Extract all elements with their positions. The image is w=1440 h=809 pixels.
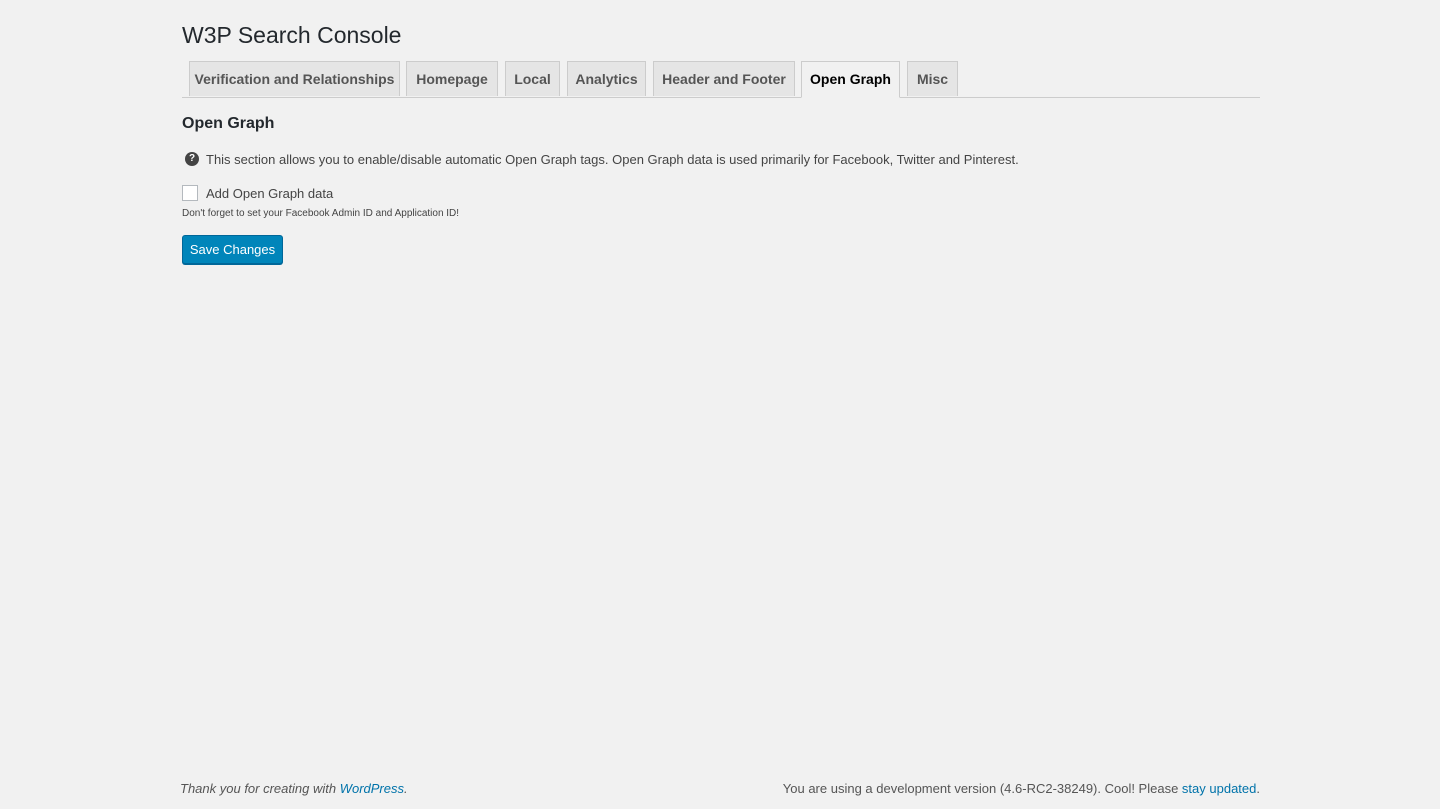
footer-version-text: You are using a development version (4.6… bbox=[782, 781, 1182, 796]
stay-updated-link[interactable]: stay updated bbox=[1182, 781, 1256, 796]
open-graph-option: Add Open Graph data bbox=[182, 185, 333, 201]
info-text: This section allows you to enable/disabl… bbox=[206, 151, 1019, 167]
nav-tab-wrapper: Verification and Relationships Homepage … bbox=[182, 61, 1260, 98]
footer-thankyou: Thank you for creating with WordPress. bbox=[180, 781, 408, 796]
info-row: ? This section allows you to enable/disa… bbox=[185, 150, 1019, 168]
add-open-graph-label[interactable]: Add Open Graph data bbox=[206, 186, 333, 201]
tab-header-and-footer[interactable]: Header and Footer bbox=[653, 61, 795, 96]
add-open-graph-checkbox[interactable] bbox=[182, 185, 198, 201]
footer-version: You are using a development version (4.6… bbox=[783, 781, 1260, 796]
footer-version-suffix: . bbox=[1256, 781, 1260, 796]
page-title: W3P Search Console bbox=[182, 22, 402, 48]
tab-local[interactable]: Local bbox=[505, 61, 560, 96]
footer-thankyou-text: Thank you for creating with bbox=[180, 781, 340, 796]
tab-analytics[interactable]: Analytics bbox=[567, 61, 646, 96]
tab-homepage[interactable]: Homepage bbox=[406, 61, 498, 96]
wordpress-link[interactable]: WordPress bbox=[340, 781, 404, 796]
tab-verification-and-relationships[interactable]: Verification and Relationships bbox=[189, 61, 400, 96]
help-icon: ? bbox=[185, 152, 199, 166]
facebook-id-hint: Don't forget to set your Facebook Admin … bbox=[182, 208, 460, 219]
footer-thankyou-suffix: . bbox=[404, 781, 408, 796]
tab-misc[interactable]: Misc bbox=[907, 61, 958, 96]
tab-open-graph[interactable]: Open Graph bbox=[801, 61, 900, 98]
section-title: Open Graph bbox=[182, 115, 275, 132]
save-changes-button[interactable]: Save Changes bbox=[182, 235, 283, 264]
